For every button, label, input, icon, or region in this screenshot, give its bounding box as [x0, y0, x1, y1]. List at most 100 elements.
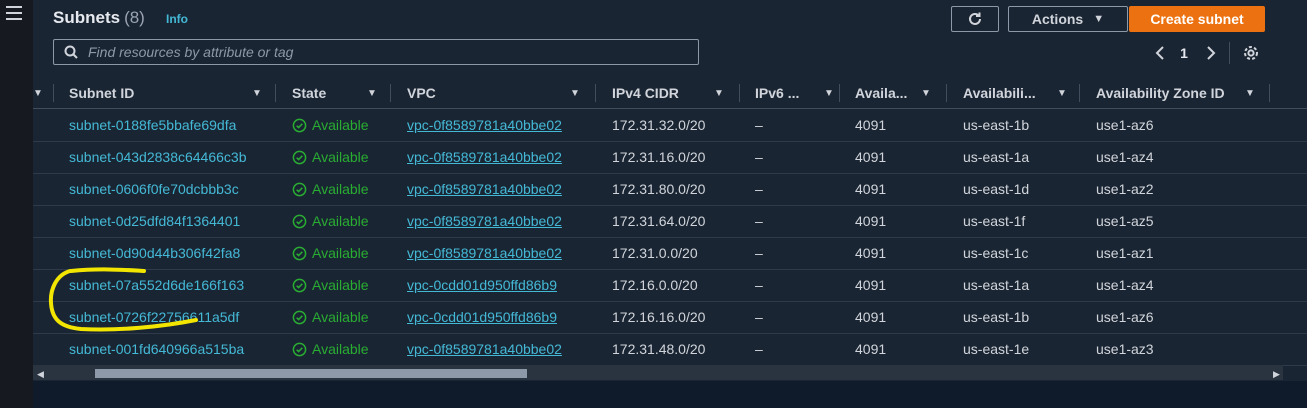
vpc-link[interactable]: vpc-0f8589781a40bbe02	[407, 333, 562, 365]
sort-icon[interactable]: ▼	[570, 88, 580, 99]
available-ips-cell: 4091	[855, 277, 887, 293]
availability-zone-id-cell: use1-az4	[1096, 149, 1154, 165]
table-row[interactable]: subnet-0606f0fe70dcbbb3c Available vpc-0f8…	[33, 173, 1307, 206]
search-icon	[64, 45, 78, 59]
subnet-id-link[interactable]: subnet-0188fe5bbafe69dfa	[69, 109, 236, 141]
bottom-strip	[33, 381, 1307, 408]
table-row[interactable]: subnet-0d90d44b306f42fa8 Available vpc-0f8…	[33, 237, 1307, 270]
state-label: Available	[312, 277, 369, 293]
previous-page-button[interactable]	[1150, 42, 1170, 64]
ipv6-cidr-cell: –	[755, 309, 763, 325]
subnet-count: (8)	[124, 8, 145, 27]
state-cell: Available	[292, 141, 369, 173]
search-bar[interactable]	[53, 39, 699, 65]
check-circle-icon	[292, 214, 307, 228]
column-header-ipv6-cidr[interactable]: IPv6 ... ▼	[755, 78, 845, 108]
column-label: Availa...	[855, 85, 908, 101]
side-navigation-bar	[0, 0, 34, 408]
scroll-left-arrow-icon[interactable]: ◀	[37, 369, 44, 380]
vpc-link[interactable]: vpc-0f8589781a40bbe02	[407, 141, 562, 173]
table-row[interactable]: subnet-043d2838c64466c3b Available vpc-0f8…	[33, 141, 1307, 174]
subnet-id-link[interactable]: subnet-001fd640966a515ba	[69, 333, 244, 365]
availability-zone-id-cell: use1-az3	[1096, 341, 1154, 357]
availability-zone-id-cell: use1-az2	[1096, 181, 1154, 197]
subnet-id-link[interactable]: subnet-07a552d6de166f163	[69, 269, 244, 301]
column-label: IPv4 CIDR	[612, 85, 679, 101]
availability-zone-cell: us-east-1e	[963, 341, 1030, 357]
column-divider	[390, 84, 391, 102]
sort-icon[interactable]: ▼	[1057, 88, 1067, 99]
vpc-link[interactable]: vpc-0f8589781a40bbe02	[407, 237, 562, 269]
horizontal-scrollbar[interactable]: ◀ ▶	[33, 365, 1283, 380]
availability-zone-cell: us-east-1c	[963, 245, 1029, 261]
state-cell: Available	[292, 109, 369, 141]
availability-zone-id-cell: use1-az6	[1096, 309, 1154, 325]
column-header-subnet-id[interactable]: Subnet ID ▼	[69, 78, 269, 108]
ipv4-cidr-cell: 172.31.32.0/20	[612, 117, 706, 133]
scrollbar-thumb[interactable]	[95, 369, 527, 378]
column-header-availability-zone[interactable]: Availabili... ▼	[963, 78, 1083, 108]
vpc-link[interactable]: vpc-0cdd01d950ffd86b9	[407, 269, 557, 301]
check-circle-icon	[292, 150, 307, 164]
available-ips-cell: 4091	[855, 213, 887, 229]
column-label: State	[292, 85, 327, 101]
sort-icon[interactable]: ▼	[252, 88, 262, 99]
chevron-right-icon	[1207, 46, 1216, 60]
check-circle-icon	[292, 342, 307, 356]
sort-icon[interactable]: ▼	[714, 88, 724, 99]
column-header-ipv4-cidr[interactable]: IPv4 CIDR ▼	[612, 78, 742, 108]
available-ips-cell: 4091	[855, 117, 887, 133]
availability-zone-id-cell: use1-az1	[1096, 245, 1154, 261]
create-subnet-button[interactable]: Create subnet	[1129, 6, 1265, 32]
column-divider	[739, 84, 740, 102]
availability-zone-cell: us-east-1a	[963, 277, 1030, 293]
column-header-availability-zone-id[interactable]: Availability Zone ID ▼	[1096, 78, 1286, 108]
subnet-id-link[interactable]: subnet-0606f0fe70dcbbb3c	[69, 173, 239, 205]
refresh-button[interactable]	[951, 6, 999, 32]
current-page-number[interactable]: 1	[1176, 42, 1192, 64]
vpc-link[interactable]: vpc-0f8589781a40bbe02	[407, 109, 562, 141]
info-link[interactable]: Info	[166, 12, 188, 26]
actions-dropdown-button[interactable]: Actions ▼	[1008, 6, 1128, 32]
table-row[interactable]: subnet-07a552d6de166f163 Available vpc-0cd…	[33, 269, 1307, 302]
vpc-link[interactable]: vpc-0cdd01d950ffd86b9	[407, 301, 557, 333]
sort-icon[interactable]: ▼	[1245, 88, 1255, 99]
vpc-link[interactable]: vpc-0f8589781a40bbe02	[407, 205, 562, 237]
available-ips-cell: 4091	[855, 245, 887, 261]
next-page-button[interactable]	[1201, 42, 1221, 64]
subnet-id-link[interactable]: subnet-0726f22756611a5df	[69, 301, 239, 333]
search-input[interactable]	[86, 43, 680, 61]
table-row[interactable]: subnet-0188fe5bbafe69dfa Available vpc-0f8…	[33, 109, 1307, 142]
column-header-vpc[interactable]: VPC ▼	[407, 78, 597, 108]
hamburger-icon[interactable]	[6, 6, 22, 20]
column-divider	[1079, 84, 1080, 102]
table-row[interactable]: subnet-0726f22756611a5df Available vpc-0cd…	[33, 301, 1307, 334]
available-ips-cell: 4091	[855, 181, 887, 197]
column-label: VPC	[407, 85, 436, 101]
table-row[interactable]: subnet-001fd640966a515ba Available vpc-0f8…	[33, 333, 1307, 366]
state-label: Available	[312, 213, 369, 229]
sort-icon[interactable]: ▼	[824, 88, 834, 99]
preferences-button[interactable]	[1239, 42, 1263, 64]
pager-divider	[1229, 42, 1230, 64]
subnet-id-link[interactable]: subnet-043d2838c64466c3b	[69, 141, 247, 173]
prev-column-filter-icon[interactable]: ▼	[33, 78, 43, 108]
ipv6-cidr-cell: –	[755, 117, 763, 133]
state-cell: Available	[292, 237, 369, 269]
chevron-left-icon	[1155, 46, 1164, 60]
ipv6-cidr-cell: –	[755, 277, 763, 293]
state-label: Available	[312, 245, 369, 261]
sort-icon[interactable]: ▼	[367, 88, 377, 99]
vpc-link[interactable]: vpc-0f8589781a40bbe02	[407, 173, 562, 205]
subnet-id-link[interactable]: subnet-0d90d44b306f42fa8	[69, 237, 240, 269]
scroll-right-arrow-icon[interactable]: ▶	[1273, 369, 1280, 380]
column-header-state[interactable]: State ▼	[292, 78, 392, 108]
availability-zone-id-cell: use1-az6	[1096, 117, 1154, 133]
page-title: Subnets (8)	[53, 8, 145, 28]
available-ips-cell: 4091	[855, 149, 887, 165]
sort-icon[interactable]: ▼	[921, 88, 931, 99]
subnet-id-link[interactable]: subnet-0d25dfd84f1364401	[69, 205, 240, 237]
table-row[interactable]: subnet-0d25dfd84f1364401 Available vpc-0f8…	[33, 205, 1307, 238]
column-header-available-ips[interactable]: Availa... ▼	[855, 78, 955, 108]
subnets-panel: Subnets(8) Info Actions ▼ Create subnet 1…	[33, 0, 1307, 408]
